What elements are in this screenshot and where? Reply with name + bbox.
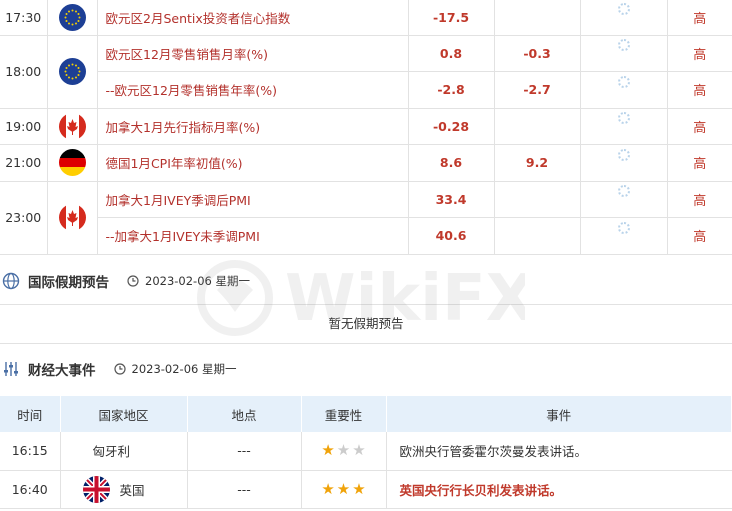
holiday-empty-message: 暂无假期预告 [0, 304, 732, 344]
germany-flag-icon [58, 149, 86, 177]
uk-flag-icon [82, 475, 110, 503]
forecast-value [494, 217, 581, 255]
indicator-link[interactable]: --欧元区12月零售销售年率(%) [97, 71, 409, 109]
econ-time: 17:30 [0, 0, 48, 36]
actual-value: -17.5 [408, 0, 495, 36]
indicator-link[interactable]: 加拿大1月先行指标月率(%) [97, 108, 409, 145]
table-row: 16:40 英国 --- ★ ★ ★ 英国央行行长贝利发表讲话。 [0, 470, 732, 509]
event-place: --- [187, 432, 302, 471]
actual-value: 0.8 [408, 35, 495, 72]
actual-value: 33.4 [408, 181, 495, 218]
star-filled-icon: ★ [352, 479, 366, 498]
indicator-link[interactable]: 德国1月CPI年率初值(%) [97, 144, 409, 182]
col-importance: 重要性 [301, 396, 387, 432]
event-country: 匈牙利 [92, 444, 131, 460]
actual-value: -2.8 [408, 71, 495, 109]
loading-spinner-icon [617, 112, 630, 125]
forecast-value: -0.3 [494, 35, 581, 72]
importance-level: 高 [667, 108, 732, 145]
canada-flag-icon [58, 112, 86, 140]
holiday-section-header: 国际假期预告 2023-02-06 星期一 [0, 266, 732, 296]
importance-level: 高 [667, 181, 732, 218]
econ-row: 19:00 加拿大1月先行指标月率(%) -0.28 高 [0, 108, 732, 145]
econ-row: --加拿大1月IVEY未季调PMI 40.6 高 [0, 217, 732, 255]
col-time: 时间 [0, 396, 61, 432]
econ-row: 21:00 德国1月CPI年率初值(%) 8.6 9.2 高 [0, 144, 732, 182]
star-filled-icon: ★ [321, 479, 335, 498]
event-country: 英国 [119, 482, 145, 498]
econ-row: --欧元区12月零售销售年率(%) -2.8 -2.7 高 [0, 71, 732, 109]
col-event: 事件 [386, 396, 732, 432]
event-place: --- [187, 470, 302, 509]
econ-row: 23:00 加拿大1月IVEY季调后PMI 33.4 高 [0, 181, 732, 255]
importance-level: 高 [667, 0, 732, 36]
actual-value: 40.6 [408, 217, 495, 255]
loading-spinner-icon [617, 148, 630, 161]
star-empty-icon: ★ [352, 441, 366, 460]
events-title: 财经大事件 [28, 363, 96, 379]
forecast-value: 9.2 [494, 144, 581, 182]
indicator-link[interactable]: 欧元区12月零售销售月率(%) [97, 35, 409, 72]
actual-value: 8.6 [408, 144, 495, 182]
canada-flag-icon [58, 204, 86, 231]
forecast-value [494, 108, 581, 145]
events-section-header: 财经大事件 2023-02-06 星期一 [0, 354, 732, 384]
star-filled-icon: ★ [321, 441, 335, 460]
forecast-value [494, 0, 581, 36]
col-place: 地点 [187, 396, 302, 432]
sliders-icon [4, 362, 18, 376]
importance-level: 高 [667, 35, 732, 72]
econ-time: 19:00 [0, 108, 48, 145]
econ-time: 18:00 [0, 35, 48, 109]
loading-spinner-icon [617, 39, 630, 52]
globe-icon [2, 272, 20, 290]
holiday-date: 2023-02-06 星期一 [145, 274, 250, 288]
star-filled-icon: ★ [336, 479, 351, 498]
econ-row: 17:30 欧元区2月Sentix投资者信心指数 -17.5 高 [0, 0, 732, 36]
event-time: 16:15 [0, 432, 61, 471]
holiday-title: 国际假期预告 [28, 275, 109, 291]
economic-data-table: 17:30 欧元区2月Sentix投资者信心指数 -17.5 高 18:00 欧… [0, 0, 732, 255]
forecast-value [494, 181, 581, 218]
loading-spinner-icon [617, 75, 630, 88]
importance-level: 高 [667, 71, 732, 109]
econ-time: 23:00 [0, 181, 48, 255]
event-description[interactable]: 英国央行行长贝利发表讲话。 [386, 470, 732, 509]
clock-icon [127, 275, 139, 287]
loading-spinner-icon [617, 3, 630, 16]
importance-level: 高 [667, 144, 732, 182]
eu-flag-icon [58, 58, 86, 85]
importance-level: 高 [667, 217, 732, 255]
importance-stars: ★ ★ ★ [301, 470, 387, 509]
clock-icon [113, 363, 126, 375]
econ-row: 18:00 欧元区12月零售销售月率(%) 0.8 -0.3 高 [0, 35, 732, 109]
actual-value: -0.28 [408, 108, 495, 145]
events-table: 时间 国家地区 地点 重要性 事件 16:15 匈牙利 --- ★ ★ ★ 欧洲央行… [0, 396, 732, 509]
loading-spinner-icon [617, 221, 630, 234]
forecast-value: -2.7 [494, 71, 581, 109]
table-row: 16:15 匈牙利 --- ★ ★ ★ 欧洲央行管委霍尔茨曼发表讲话。 [0, 432, 732, 471]
col-country: 国家地区 [60, 396, 188, 432]
importance-stars: ★ ★ ★ [301, 432, 387, 471]
eu-flag-icon [58, 3, 86, 31]
event-description[interactable]: 欧洲央行管委霍尔茨曼发表讲话。 [386, 432, 732, 471]
events-header-row: 时间 国家地区 地点 重要性 事件 [0, 396, 732, 432]
indicator-link[interactable]: 加拿大1月IVEY季调后PMI [97, 181, 409, 218]
econ-time: 21:00 [0, 144, 48, 182]
indicator-link[interactable]: 欧元区2月Sentix投资者信心指数 [97, 0, 409, 36]
event-time: 16:40 [0, 470, 61, 509]
loading-spinner-icon [617, 185, 630, 198]
star-empty-icon: ★ [336, 441, 351, 460]
events-date: 2023-02-06 星期一 [131, 362, 237, 376]
indicator-link[interactable]: --加拿大1月IVEY未季调PMI [97, 217, 409, 255]
